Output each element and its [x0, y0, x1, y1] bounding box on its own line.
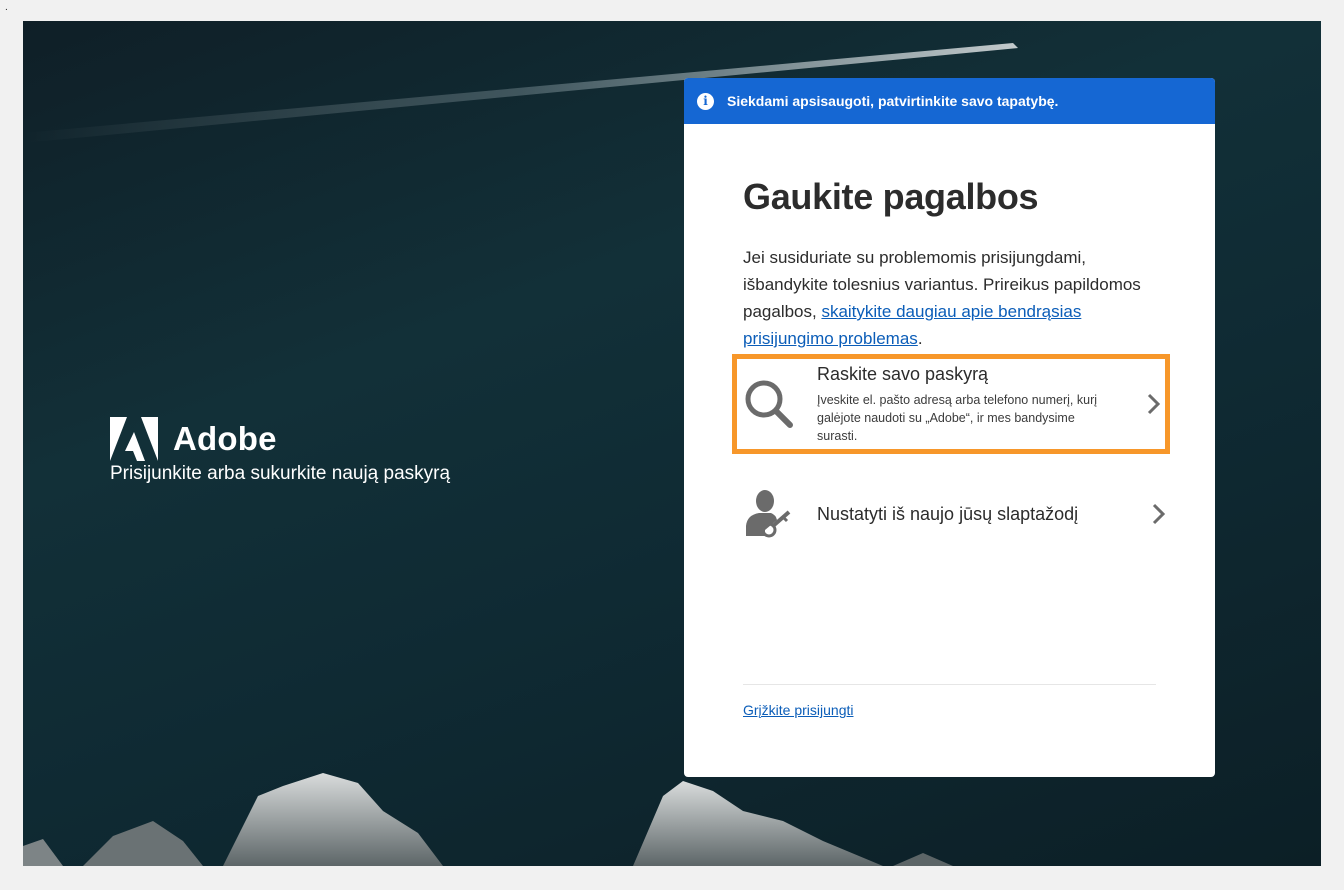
help-description: Jei susiduriate su problemomis prisijung… [743, 244, 1173, 352]
security-banner: i Siekdami apsisaugoti, patvirtinkite sa… [684, 78, 1215, 124]
reset-password-option[interactable]: Nustatyti iš naujo jūsų slaptažodį [732, 476, 1170, 552]
help-card: i Siekdami apsisaugoti, patvirtinkite sa… [684, 78, 1215, 777]
adobe-logo-icon [110, 417, 158, 461]
brand-block: Adobe Prisijunkite arba sukurkite naują … [110, 417, 450, 485]
chevron-right-icon [1147, 393, 1161, 415]
chevron-right-icon [1152, 503, 1166, 525]
find-account-subtitle: Įveskite el. pašto adresą arba telefono … [817, 392, 1098, 443]
find-account-title: Raskite savo paskyrą [817, 363, 989, 384]
divider [743, 684, 1156, 685]
corner-mark: . [5, 2, 8, 13]
search-icon [745, 380, 793, 428]
back-to-sign-in-link[interactable]: Grįžkite prisijungti [743, 702, 853, 718]
card-content: Gaukite pagalbos Jei susiduriate su prob… [684, 124, 1215, 352]
brand-tagline: Prisijunkite arba sukurkite naują paskyr… [110, 463, 451, 484]
info-icon: i [697, 92, 714, 110]
page-title: Gaukite pagalbos [743, 176, 1039, 217]
description-end: . [917, 329, 923, 348]
brand-name: Adobe [173, 420, 277, 457]
reset-password-title: Nustatyti iš naujo jūsų slaptažodį [817, 503, 1079, 524]
banner-text: Siekdami apsisaugoti, patvirtinkite savo… [727, 93, 1059, 109]
user-key-icon [746, 490, 791, 538]
find-account-option[interactable]: Raskite savo paskyrą Įveskite el. pašto … [732, 354, 1170, 454]
